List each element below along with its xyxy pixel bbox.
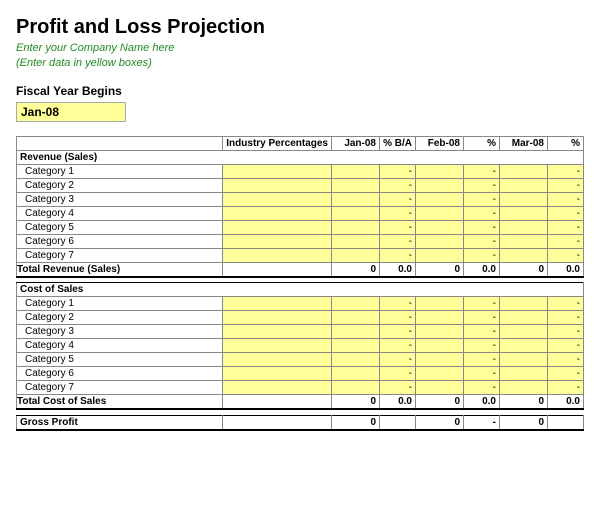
header-pct2: %: [548, 136, 584, 150]
header-pct: %: [464, 136, 500, 150]
gross-profit-row: Gross Profit00-0: [17, 415, 584, 430]
subtitle: Enter your Company Name here (Enter data…: [16, 41, 584, 72]
header-jan08: Jan-08: [332, 136, 380, 150]
revenue-category-row: Category 4---: [17, 206, 584, 220]
revenue-category-row: Category 3---: [17, 192, 584, 206]
header-mar08: Mar-08: [500, 136, 548, 150]
header-pct-ba: % B/A: [380, 136, 416, 150]
revenue-category-row: Category 7---: [17, 248, 584, 262]
revenue-category-row: Category 6---: [17, 234, 584, 248]
cos-category-row: Category 3---: [17, 325, 584, 339]
revenue-total-row: Total Revenue (Sales)00.000.000.0: [17, 262, 584, 277]
revenue-section-header: Revenue (Sales): [17, 150, 584, 164]
cos-category-row: Category 6---: [17, 367, 584, 381]
header-label: [17, 136, 223, 150]
fiscal-label: Fiscal Year Begins: [16, 84, 584, 98]
cos-category-row: Category 4---: [17, 339, 584, 353]
header-feb08: Feb-08: [416, 136, 464, 150]
revenue-category-row: Category 2---: [17, 178, 584, 192]
fiscal-year-input[interactable]: Jan-08: [16, 102, 126, 122]
revenue-category-row: Category 5---: [17, 220, 584, 234]
cos-category-row: Category 1---: [17, 297, 584, 311]
cos-category-row: Category 5---: [17, 353, 584, 367]
cos-category-row: Category 7---: [17, 381, 584, 395]
cos-total-row: Total Cost of Sales00.000.000.0: [17, 395, 584, 410]
cos-section-header: Cost of Sales: [17, 283, 584, 297]
page-title: Profit and Loss Projection: [16, 16, 584, 39]
header-industry: Industry Percentages: [223, 136, 332, 150]
revenue-category-row: Category 1---: [17, 164, 584, 178]
cos-category-row: Category 2---: [17, 311, 584, 325]
